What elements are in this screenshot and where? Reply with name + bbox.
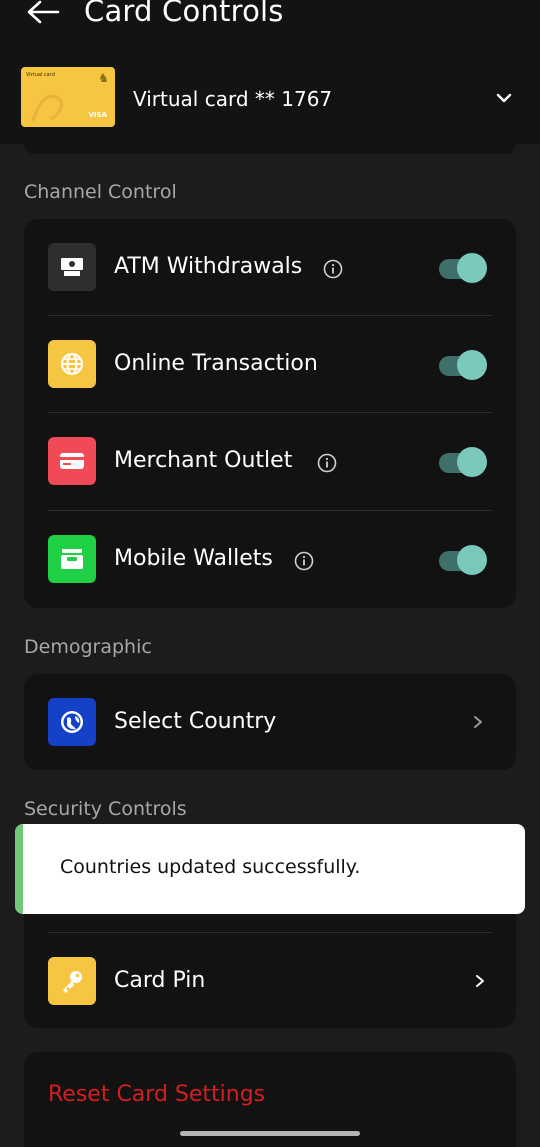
- card-selector-bottom: [24, 144, 516, 154]
- info-icon[interactable]: [294, 551, 314, 571]
- wallet-icon: [48, 535, 96, 583]
- label-mobile-wallets: Mobile Wallets: [114, 546, 273, 571]
- toggle-online-transaction[interactable]: [439, 350, 487, 380]
- info-icon[interactable]: [323, 259, 343, 279]
- label-online-transaction: Online Transaction: [114, 351, 318, 376]
- label-merchant-outlet: Merchant Outlet: [114, 448, 293, 473]
- reset-card-settings-button[interactable]: Reset Card Settings: [48, 1082, 265, 1107]
- home-indicator[interactable]: [180, 1131, 360, 1136]
- label-card-pin: Card Pin: [114, 968, 206, 993]
- toast-accent: [15, 824, 23, 914]
- channel-control-panel: ATM Withdrawals Online Transaction Merch…: [24, 219, 516, 608]
- toast-message: Countries updated successfully.: [60, 856, 361, 878]
- chevron-right-icon: [476, 975, 484, 987]
- globe-icon: [48, 698, 96, 746]
- demographic-panel: Select Country: [24, 674, 516, 770]
- info-icon[interactable]: [317, 453, 337, 473]
- card-mascot-icon: ♞: [98, 71, 109, 85]
- chevron-right-icon: [474, 716, 482, 728]
- page-title: Card Controls: [84, 0, 284, 28]
- card-selector[interactable]: Virtual card ** 1767: [133, 87, 332, 111]
- section-label-channel-control: Channel Control: [24, 181, 177, 203]
- key-icon: [48, 957, 96, 1005]
- row-mobile-wallets: Mobile Wallets: [24, 511, 516, 608]
- chevron-down-icon[interactable]: [494, 88, 514, 108]
- toggle-mobile-wallets[interactable]: [439, 545, 487, 575]
- arrow-left-icon[interactable]: [24, 0, 64, 30]
- toggle-merchant-outlet[interactable]: [439, 447, 487, 477]
- section-label-demographic: Demographic: [24, 636, 152, 658]
- top-bar: Card Controls Virtual card ♞ VISA Virtua…: [0, 0, 540, 144]
- label-atm-withdrawals: ATM Withdrawals: [114, 254, 303, 279]
- row-atm-withdrawals: ATM Withdrawals: [24, 219, 516, 316]
- card-pattern-icon: [31, 94, 63, 122]
- row-merchant-outlet: Merchant Outlet: [24, 413, 516, 510]
- card-network: VISA: [88, 111, 107, 119]
- card-thumbnail: Virtual card ♞ VISA: [21, 67, 115, 127]
- atm-icon: [48, 243, 96, 291]
- row-select-country[interactable]: Select Country: [24, 674, 516, 771]
- card-thumbnail-brand: Virtual card: [26, 72, 55, 78]
- globe-icon: [48, 340, 96, 388]
- row-online-transaction: Online Transaction: [24, 316, 516, 413]
- credit-card-icon: [48, 437, 96, 485]
- row-card-pin[interactable]: Card Pin: [24, 933, 516, 1030]
- toggle-atm-withdrawals[interactable]: [439, 253, 487, 283]
- success-toast[interactable]: Countries updated successfully.: [15, 824, 525, 914]
- section-label-security-controls: Security Controls: [24, 798, 187, 820]
- label-select-country: Select Country: [114, 709, 277, 734]
